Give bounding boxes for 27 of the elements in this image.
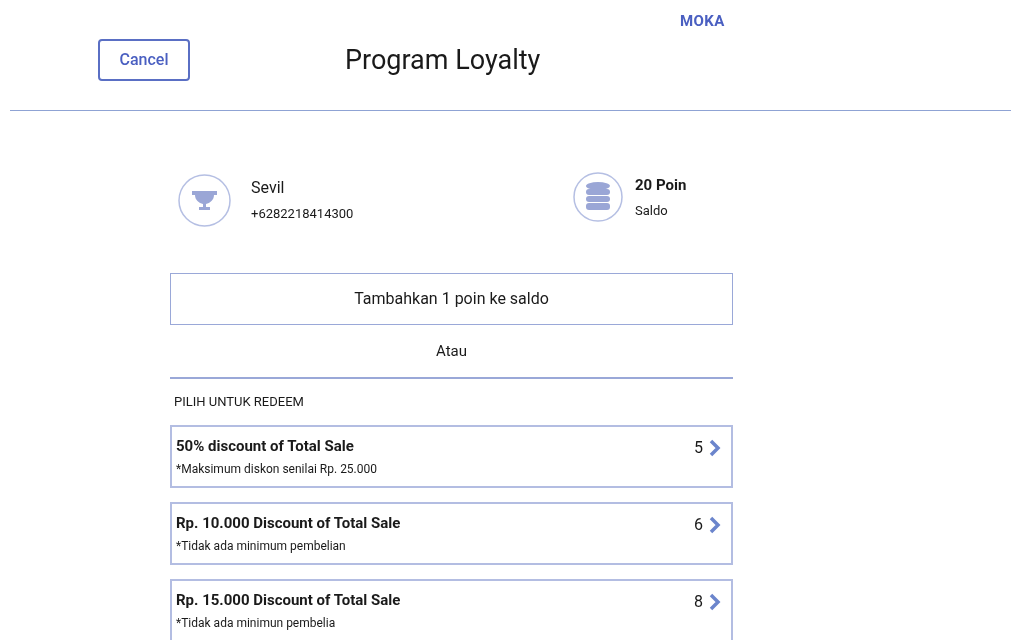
page-title: Program Loyalty (345, 42, 541, 78)
reward-cost: 8 (694, 590, 703, 613)
reward-item[interactable]: Rp. 15.000 Discount of Total Sale *Tidak ada minimun pembelia 8 (170, 579, 733, 640)
reward-cost: 5 (694, 436, 703, 459)
reward-title: Rp. 15.000 Discount of Total Sale (176, 590, 401, 612)
separator-text: Atau (436, 340, 467, 362)
customer-phone: +6282218414300 (251, 205, 354, 224)
reward-item[interactable]: Rp. 10.000 Discount of Total Sale *Tidak ada minimum pembelian 6 (170, 502, 733, 565)
coins-icon (573, 172, 623, 222)
section-title: PILIH UNTUK REDEEM (174, 393, 304, 412)
reward-title: 50% discount of Total Sale (176, 436, 355, 458)
chevron-right-icon (709, 515, 721, 534)
trophy-icon (178, 173, 231, 227)
logo: MOKA (680, 11, 725, 32)
reward-title: Rp. 10.000 Discount of Total Sale (176, 513, 401, 535)
reward-cost: 6 (694, 513, 703, 536)
reward-item[interactable]: 50% discount of Total Sale *Maksimum diskon senilai Rp. 25.000 5 (170, 425, 733, 488)
chevron-right-icon (709, 438, 721, 457)
add-points-button[interactable]: Tambahkan 1 poin ke saldo (170, 273, 733, 325)
cancel-button[interactable]: Cancel (98, 39, 190, 81)
customer-name: Sevil (251, 177, 286, 200)
balance-label: Saldo (635, 201, 669, 220)
reward-note: *Tidak ada minimun pembelia (176, 614, 337, 632)
points-balance: 20 Poin (635, 175, 687, 196)
reward-note: *Tidak ada minimum pembelian (176, 537, 347, 555)
chevron-right-icon (709, 592, 721, 611)
reward-note: *Maksimum diskon senilai Rp. 25.000 (176, 460, 377, 478)
